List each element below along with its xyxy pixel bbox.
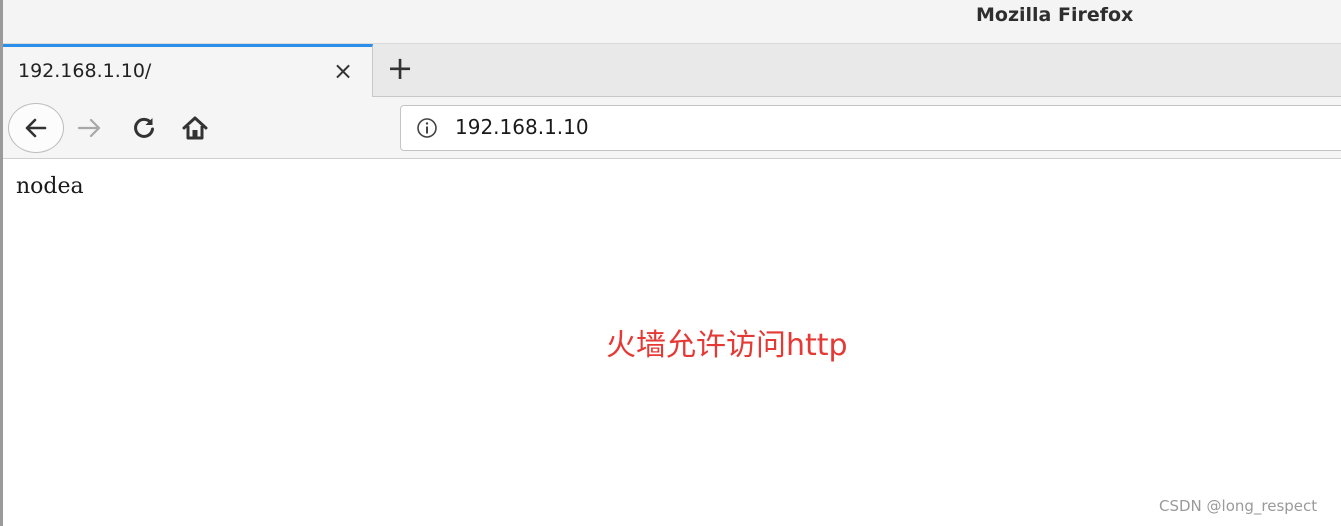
reload-button[interactable] [127, 111, 161, 145]
forward-button[interactable] [73, 111, 107, 145]
page-content: nodea 火墙允许访问http CSDN @long_respect [3, 160, 1341, 526]
info-icon[interactable] [416, 117, 438, 139]
home-button[interactable] [178, 111, 212, 145]
tab-title: 192.168.1.10/ [18, 60, 152, 82]
page-body-text: nodea [16, 174, 84, 199]
back-arrow-icon [25, 118, 47, 138]
tab-active[interactable]: 192.168.1.10/ × [3, 44, 373, 97]
forward-arrow-icon [77, 118, 101, 138]
navigation-toolbar: 192.168.1.10 [3, 97, 1341, 159]
annotation-caption: 火墙允许访问http [606, 328, 848, 363]
url-bar[interactable]: 192.168.1.10 [400, 105, 1341, 151]
close-tab-icon[interactable]: × [329, 57, 357, 85]
window-titlebar: Mozilla Firefox [3, 0, 1341, 44]
window-title: Mozilla Firefox [976, 4, 1134, 26]
url-text[interactable]: 192.168.1.10 [455, 115, 589, 139]
new-tab-button[interactable]: + [383, 52, 417, 86]
reload-icon [134, 117, 154, 138]
home-icon [182, 116, 208, 140]
back-button[interactable] [8, 103, 64, 153]
tab-strip: 192.168.1.10/ × + [3, 44, 1341, 97]
watermark: CSDN @long_respect [1159, 497, 1318, 515]
